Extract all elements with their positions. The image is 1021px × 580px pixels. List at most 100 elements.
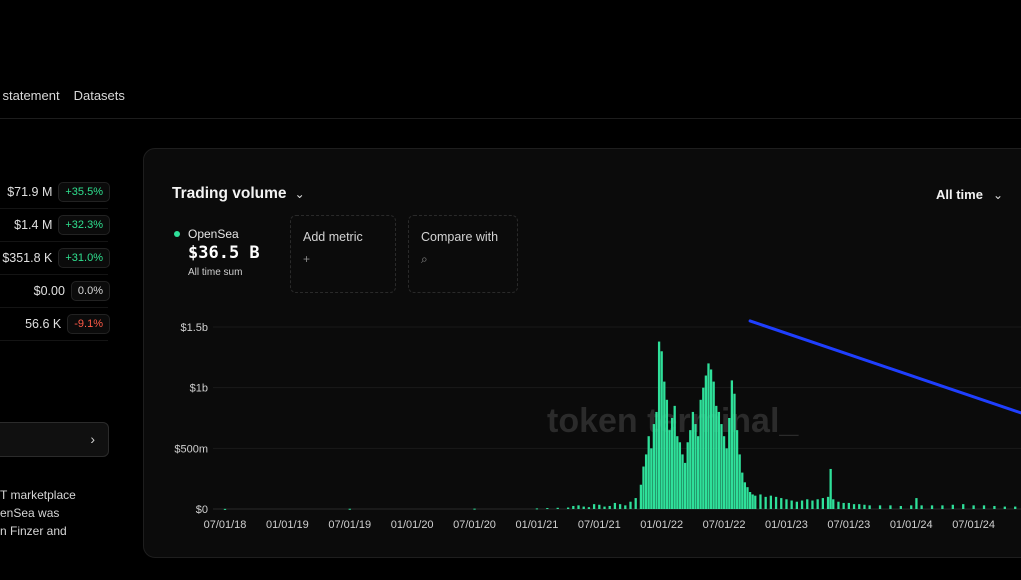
row-divider <box>0 241 108 242</box>
volume-bar <box>728 418 731 509</box>
metric-row: $0.00 0.0% <box>34 279 110 303</box>
volume-bar <box>650 448 653 509</box>
volume-bar <box>847 502 850 509</box>
volume-bar <box>696 436 700 509</box>
volume-bar <box>785 499 788 509</box>
volume-bar <box>572 505 575 509</box>
volume-bar <box>673 405 676 509</box>
page-tabs: l statement Datasets <box>0 88 125 103</box>
row-divider <box>0 307 108 308</box>
volume-bar <box>889 505 892 509</box>
volume-bar <box>668 430 671 509</box>
volume-bar <box>795 501 799 509</box>
metric-row: $71.9 M +35.5% <box>7 180 110 204</box>
volume-bar <box>587 507 591 509</box>
volume-bar <box>613 502 617 509</box>
volume-bar <box>634 498 637 509</box>
volume-bar <box>642 466 645 509</box>
x-tick-label: 01/01/20 <box>391 519 434 531</box>
tab-datasets[interactable]: Datasets <box>74 88 125 103</box>
x-tick-label: 07/01/21 <box>578 519 621 531</box>
description-line: T marketplace <box>0 488 76 502</box>
volume-bar <box>837 501 840 509</box>
volume-bar <box>715 405 718 509</box>
volume-bar <box>717 411 721 509</box>
volume-bar <box>1003 506 1006 509</box>
x-tick-label: 01/01/23 <box>765 519 808 531</box>
y-tick-label: $1b <box>190 383 208 395</box>
metric-change-badge: +31.0% <box>58 248 110 268</box>
volume-bar <box>676 436 679 509</box>
row-divider <box>0 208 108 209</box>
volume-bar <box>811 500 814 509</box>
volume-bar <box>709 369 713 509</box>
volume-bar <box>694 424 697 509</box>
volume-bar <box>790 500 793 509</box>
volume-bar <box>829 468 832 509</box>
volume-bar <box>689 430 692 509</box>
volume-bar <box>592 504 596 509</box>
volume-bar <box>655 411 658 509</box>
metric-change-badge: -9.1% <box>67 314 110 334</box>
volume-bar <box>920 505 923 509</box>
metric-value: $71.9 M <box>7 185 53 199</box>
metric-row: $351.8 K +31.0% <box>2 246 110 270</box>
y-tick-label: $0 <box>196 504 208 516</box>
volume-bar <box>546 508 549 510</box>
volume-bar <box>556 507 559 509</box>
volume-bar <box>223 508 227 510</box>
tab-income-statement[interactable]: l statement <box>0 88 60 103</box>
metric-row: $1.4 M +32.3% <box>14 213 110 237</box>
volume-bar <box>764 496 767 509</box>
volume-bar <box>699 399 702 509</box>
volume-bar <box>746 487 749 509</box>
trading-volume-chart: token terminal_ $0$500m$1b$1.5b 07/01/18… <box>174 319 1021 531</box>
x-tick-label: 07/01/23 <box>827 519 870 531</box>
x-tick-label: 01/01/19 <box>266 519 309 531</box>
volume-bar <box>733 393 736 509</box>
volume-bar <box>821 498 824 509</box>
metric-value: $1.4 M <box>14 218 53 232</box>
x-tick-label: 01/01/21 <box>516 519 559 531</box>
volume-bar <box>657 341 661 509</box>
volume-bar <box>582 506 585 509</box>
volume-bar <box>644 454 648 509</box>
volume-bar <box>665 399 669 509</box>
row-divider <box>0 274 108 275</box>
volume-bar <box>725 448 728 509</box>
volume-bar <box>899 505 902 509</box>
volume-bar <box>769 495 773 509</box>
volume-bar <box>720 424 723 509</box>
volume-bar <box>751 494 754 509</box>
volume-bar <box>941 505 944 509</box>
volume-bar <box>652 424 656 509</box>
x-tick-label: 07/01/19 <box>328 519 371 531</box>
volume-bar <box>663 381 666 509</box>
x-tick-label: 07/01/20 <box>453 519 496 531</box>
volume-bar <box>624 505 627 509</box>
volume-bar <box>800 500 804 509</box>
x-tick-label: 07/01/22 <box>703 519 746 531</box>
metric-change-badge: 0.0% <box>70 281 110 301</box>
volume-bar <box>603 506 606 509</box>
metric-row: 56.6 K -9.1% <box>25 312 110 336</box>
volume-bar <box>702 387 705 509</box>
volume-bar <box>982 505 986 509</box>
metric-change-badge: +32.3% <box>58 215 110 235</box>
volume-bar <box>691 411 695 509</box>
volume-bar <box>759 494 762 509</box>
volume-bar <box>639 484 643 509</box>
metric-value: $351.8 K <box>2 251 53 265</box>
volume-bar <box>686 442 689 509</box>
volume-bar <box>930 505 934 509</box>
volume-bar <box>473 508 476 510</box>
volume-bar <box>629 501 632 509</box>
volume-bar <box>852 504 856 509</box>
project-select-button[interactable]: › <box>0 422 109 457</box>
y-tick-label: $500m <box>174 443 208 455</box>
volume-bar <box>748 492 752 509</box>
volume-bar <box>842 502 845 509</box>
volume-bar <box>858 504 861 509</box>
volume-bar <box>722 436 726 509</box>
description-line: n Finzer and <box>0 524 67 538</box>
